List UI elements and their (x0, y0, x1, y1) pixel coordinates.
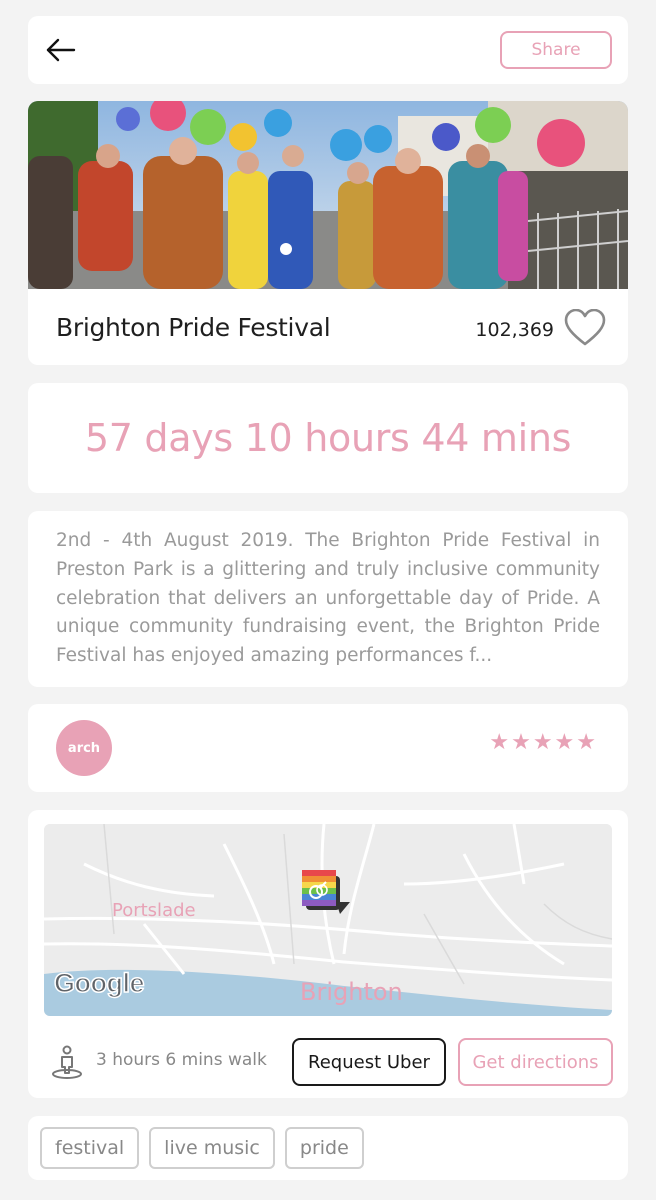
walk-duration: 3 hours 6 mins walk (96, 1050, 267, 1070)
event-photo[interactable] (28, 101, 628, 289)
tag-pride[interactable]: pride (284, 1127, 364, 1169)
countdown-card: 57 days 10 hours 44 mins (28, 383, 628, 493)
tag-festival[interactable]: festival (40, 1127, 140, 1169)
heart-outline-icon (564, 308, 606, 346)
like-count: 102,369 (475, 319, 554, 341)
tags-card: festival live music pride (28, 1116, 628, 1180)
top-bar: Share (28, 16, 628, 84)
arrow-left-icon (46, 38, 76, 62)
organizer-card: arch ★★★★★ (28, 704, 628, 792)
like-button[interactable] (564, 308, 606, 347)
event-description: 2nd - 4th August 2019. The Brighton Prid… (56, 530, 600, 667)
carousel-indicator-dot[interactable] (280, 243, 292, 255)
request-uber-button[interactable]: Request Uber (292, 1038, 446, 1086)
share-button[interactable]: Share (500, 31, 612, 69)
walking-person-icon (50, 1045, 84, 1079)
location-card: Portslade Brighton Google 3 hours 6 mins… (28, 810, 628, 1098)
event-title: Brighton Pride Festival (56, 313, 331, 342)
event-card: Brighton Pride Festival 102,369 (28, 101, 628, 365)
back-button[interactable] (44, 36, 80, 64)
map-view[interactable]: Portslade Brighton Google (44, 824, 612, 1016)
get-directions-button[interactable]: Get directions (458, 1038, 613, 1086)
countdown-timer: 57 days 10 hours 44 mins (84, 416, 572, 460)
description-card[interactable]: 2nd - 4th August 2019. The Brighton Prid… (28, 511, 628, 687)
rating-stars: ★★★★★ (489, 730, 598, 755)
tag-live-music[interactable]: live music (149, 1127, 275, 1169)
organizer-avatar[interactable]: arch (56, 720, 112, 776)
google-logo: Google (53, 967, 145, 999)
map-label-portslade: Portslade (112, 900, 196, 921)
map-label-brighton: Brighton (300, 978, 403, 1006)
